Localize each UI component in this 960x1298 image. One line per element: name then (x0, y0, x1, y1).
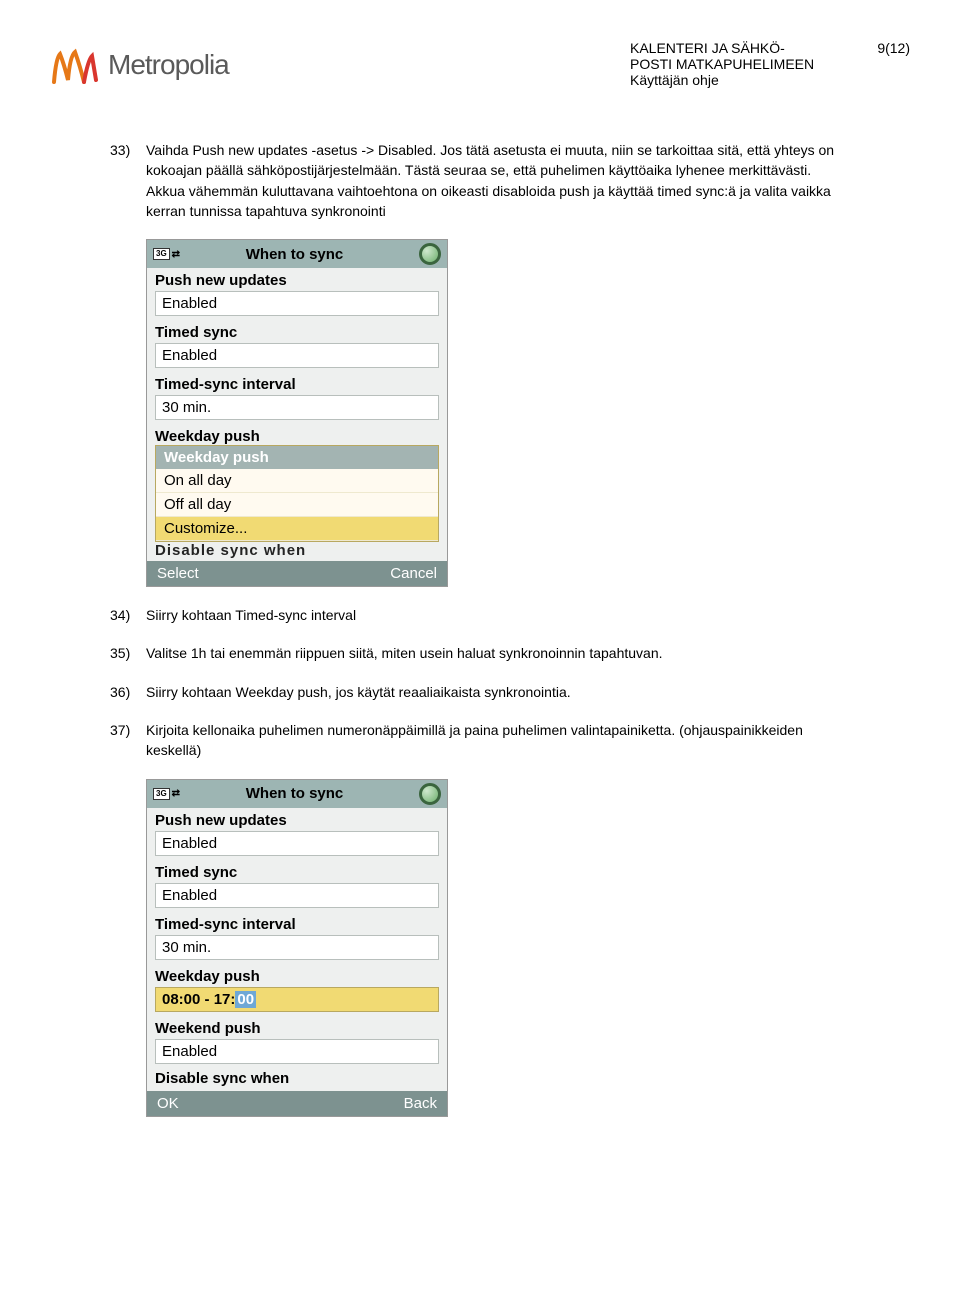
step-number: 35) (110, 643, 146, 663)
step-36: 36) Siirry kohtaan Weekday push, jos käy… (110, 682, 850, 702)
time-highlight: 00 (235, 991, 256, 1008)
popup-item-off-all-day[interactable]: Off all day (156, 493, 438, 517)
status-3g-icon: 3G (153, 788, 170, 800)
softkey-cancel[interactable]: Cancel (390, 565, 437, 582)
metropolia-logo-icon (50, 40, 100, 90)
hidden-row-label: Disable sync when (147, 542, 447, 561)
status-circle-icon (419, 783, 441, 805)
doc-title-line: Käyttäjän ohje (630, 72, 850, 88)
field-label: Weekend push (147, 1016, 447, 1037)
step-text: Kirjoita kellonaika puhelimen numeronäpp… (146, 720, 850, 761)
field-label: Timed-sync interval (147, 912, 447, 933)
logo-text: Metropolia (108, 49, 229, 81)
status-3g-icon: 3G (153, 248, 170, 260)
phone-screenshot-2: 3G ⇄ When to sync Push new updates Enabl… (146, 779, 448, 1117)
popup-header: Weekday push (156, 446, 438, 469)
time-prefix: 08:00 - 17: (162, 991, 235, 1008)
step-text: Siirry kohtaan Weekday push, jos käytät … (146, 682, 850, 702)
step-37: 37) Kirjoita kellonaika puhelimen numero… (110, 720, 850, 761)
phone-body: Push new updates Enabled Timed sync Enab… (147, 268, 447, 561)
field-value-push[interactable]: Enabled (155, 291, 439, 316)
screen-title: When to sync (170, 785, 419, 802)
field-value-interval[interactable]: 30 min. (155, 395, 439, 420)
phone-titlebar: 3G ⇄ When to sync (147, 240, 447, 268)
step-text: Valitse 1h tai enemmän riippuen siitä, m… (146, 643, 850, 663)
document-title: KALENTERI JA SÄHKÖ- POSTI MATKAPUHELIMEE… (630, 40, 850, 88)
popup-menu: Weekday push On all day Off all day Cust… (155, 445, 439, 542)
step-34: 34) Siirry kohtaan Timed-sync interval (110, 605, 850, 625)
step-number: 36) (110, 682, 146, 702)
step-number: 34) (110, 605, 146, 625)
document-header: Metropolia KALENTERI JA SÄHKÖ- POSTI MAT… (50, 40, 910, 90)
doc-title-line: KALENTERI JA SÄHKÖ- (630, 40, 850, 56)
field-label: Push new updates (147, 808, 447, 829)
step-text: Vaihda Push new updates -asetus -> Disab… (146, 140, 850, 221)
step-text: Siirry kohtaan Timed-sync interval (146, 605, 850, 625)
phone-titlebar: 3G ⇄ When to sync (147, 780, 447, 808)
field-value-push[interactable]: Enabled (155, 831, 439, 856)
step-35: 35) Valitse 1h tai enemmän riippuen siit… (110, 643, 850, 663)
field-value-weekday-time[interactable]: 08:00 - 17:00 (155, 987, 439, 1012)
phone-screenshot-1: 3G ⇄ When to sync Push new updates Enabl… (146, 239, 448, 587)
page-number: 9(12) (850, 40, 910, 88)
field-label: Weekday push (147, 424, 447, 445)
field-label: Timed-sync interval (147, 372, 447, 393)
field-label: Timed sync (147, 320, 447, 341)
field-label-cut: Disable sync when (147, 1068, 447, 1091)
step-number: 33) (110, 140, 146, 221)
softkey-ok[interactable]: OK (157, 1095, 179, 1112)
popup-item-customize[interactable]: Customize... (156, 517, 438, 541)
popup-item-on-all-day[interactable]: On all day (156, 469, 438, 493)
softkey-bar: Select Cancel (147, 561, 447, 586)
status-circle-icon (419, 243, 441, 265)
field-value-timed[interactable]: Enabled (155, 343, 439, 368)
softkey-back[interactable]: Back (404, 1095, 437, 1112)
step-33: 33) Vaihda Push new updates -asetus -> D… (110, 140, 850, 221)
field-label: Weekday push (147, 964, 447, 985)
field-value-timed[interactable]: Enabled (155, 883, 439, 908)
field-value-weekend[interactable]: Enabled (155, 1039, 439, 1064)
step-number: 37) (110, 720, 146, 761)
softkey-select[interactable]: Select (157, 565, 199, 582)
phone-body: Push new updates Enabled Timed sync Enab… (147, 808, 447, 1091)
doc-title-line: POSTI MATKAPUHELIMEEN (630, 56, 850, 72)
field-value-interval[interactable]: 30 min. (155, 935, 439, 960)
field-label: Timed sync (147, 860, 447, 881)
logo: Metropolia (50, 40, 229, 90)
screen-title: When to sync (170, 246, 419, 263)
header-meta: KALENTERI JA SÄHKÖ- POSTI MATKAPUHELIMEE… (630, 40, 910, 88)
field-label: Push new updates (147, 268, 447, 289)
softkey-bar: OK Back (147, 1091, 447, 1116)
